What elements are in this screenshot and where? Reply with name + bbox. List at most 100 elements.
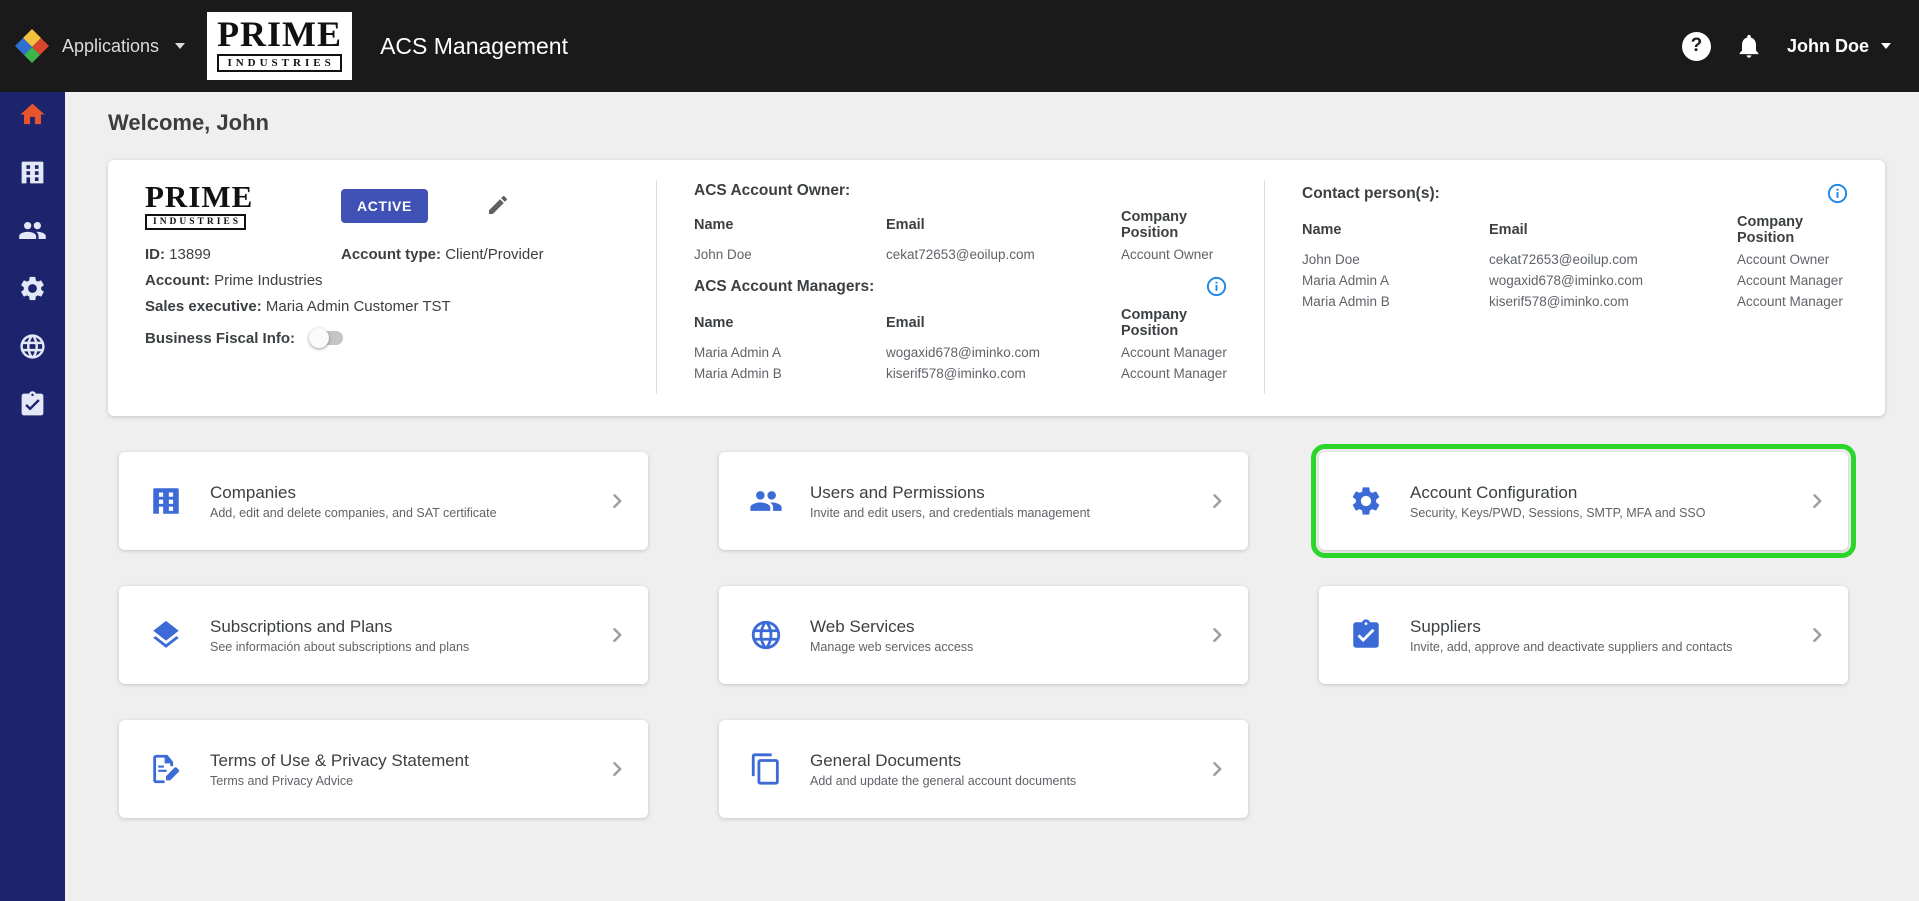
card-subtitle: Invite, add, approve and deactivate supp… (1410, 639, 1733, 654)
owner-section-title: ACS Account Owner: (694, 182, 851, 199)
card-terms-privacy[interactable]: Terms of Use & Privacy Statement Terms a… (119, 720, 648, 818)
user-name: John Doe (1786, 35, 1869, 56)
card-account-configuration[interactable]: Account Configuration Security, Keys/PWD… (1311, 444, 1856, 558)
users-icon (747, 484, 785, 518)
account-type-label: Account type: (341, 246, 442, 264)
column-header: Email (1489, 222, 1528, 238)
table-header-row: Name Email Company Position (694, 305, 1228, 342)
column-header: Company Position (1121, 307, 1188, 339)
nav-cards-grid: Companies Add, edit and delete companies… (119, 444, 1919, 818)
brand-line1: PRIME (145, 179, 254, 214)
column-header: Name (1302, 222, 1342, 238)
user-menu[interactable]: John Doe (1787, 36, 1891, 57)
table-row: John Doe cekat72653@eoilup.com Account O… (1302, 249, 1849, 270)
table-cell: Account Owner (1737, 252, 1830, 267)
table-cell: cekat72653@eoilup.com (886, 247, 1035, 262)
card-web-services[interactable]: Web Services Manage web services access (719, 586, 1248, 684)
table-header-row: Name Email Company Position (1302, 212, 1849, 249)
card-subtitle: Manage web services access (810, 639, 974, 654)
chevron-right-icon (1202, 754, 1232, 784)
card-title: Terms of Use & Privacy Statement (210, 750, 469, 770)
sidebar-item-home[interactable] (12, 96, 54, 136)
table-cell: Account Manager (1121, 366, 1227, 381)
applications-label: Applications (62, 35, 160, 56)
column-header: Email (886, 217, 925, 233)
account-type: Account type: Client/Provider (341, 246, 544, 263)
gear-icon (1347, 484, 1385, 518)
card-title: Account Configuration (1410, 482, 1578, 502)
document-edit-icon (147, 752, 185, 786)
card-title: General Documents (810, 750, 962, 770)
sidebar-item-users[interactable] (12, 212, 54, 252)
home-icon (18, 100, 47, 132)
table-cell: Maria Admin A (1302, 273, 1390, 288)
card-subtitle: Add and update the general account docum… (810, 773, 1077, 788)
table-cell: kiserif578@iminko.com (1489, 294, 1629, 309)
account-name: Account: Prime Industries (145, 272, 620, 289)
applications-logo-icon (14, 28, 50, 64)
brand-logo: PRIME INDUSTRIES (207, 12, 353, 80)
contacts-section-title: Contact person(s): (1302, 184, 1440, 202)
card-title: Users and Permissions (810, 482, 985, 502)
gear-icon (18, 274, 47, 306)
chevron-right-icon (1802, 486, 1832, 516)
notifications-bell-icon[interactable] (1735, 32, 1763, 60)
contact-persons-section: Contact person(s): Name Email Company Po… (1264, 180, 1885, 394)
toggle-knob (309, 328, 330, 349)
status-badge: ACTIVE (341, 189, 428, 224)
globe-icon (747, 618, 785, 652)
page-title: ACS Management (380, 32, 568, 59)
table-cell: Maria Admin B (1302, 294, 1390, 309)
card-suppliers[interactable]: Suppliers Invite, add, approve and deact… (1319, 586, 1848, 684)
account-owner-section: ACS Account Owner: Name Email Company Po… (656, 180, 1264, 394)
sidebar-item-account-configuration[interactable] (12, 270, 54, 310)
account-info-section: PRIME INDUSTRIES ACTIVE ID: 13899 Accoun… (108, 180, 656, 394)
brand-line2: INDUSTRIES (217, 53, 343, 72)
help-glyph: ? (1690, 35, 1703, 56)
clipboard-check-icon (1347, 618, 1385, 652)
account-id-label: ID: (145, 246, 165, 264)
sidebar-item-web-services[interactable] (12, 328, 54, 368)
layers-icon (147, 618, 185, 652)
card-general-documents[interactable]: General Documents Add and update the gen… (719, 720, 1248, 818)
table-cell: Account Manager (1121, 345, 1227, 360)
managers-info-icon[interactable] (1205, 275, 1228, 298)
table-cell: Account Owner (1121, 247, 1214, 262)
table-cell: Account Manager (1737, 273, 1843, 288)
brand-line2: INDUSTRIES (145, 214, 247, 231)
table-row: Maria Admin A wogaxid678@iminko.com Acco… (1302, 270, 1849, 291)
building-icon (18, 158, 47, 190)
pencil-icon (486, 193, 510, 220)
chevron-right-icon (1802, 620, 1832, 650)
help-icon[interactable]: ? (1681, 31, 1711, 61)
card-subscriptions-plans[interactable]: Subscriptions and Plans See información … (119, 586, 648, 684)
card-companies[interactable]: Companies Add, edit and delete companies… (119, 452, 648, 550)
card-subtitle: Invite and edit users, and credentials m… (810, 505, 1091, 520)
table-row: Maria Admin A wogaxid678@iminko.com Acco… (694, 342, 1228, 363)
documents-icon (747, 752, 785, 786)
chevron-down-icon (1881, 43, 1891, 49)
sidebar-item-companies[interactable] (12, 154, 54, 194)
account-id: ID: 13899 (145, 246, 341, 263)
column-header: Company Position (1121, 209, 1188, 241)
contacts-info-icon[interactable] (1826, 182, 1849, 205)
contacts-table: Name Email Company Position John Doe cek… (1302, 212, 1849, 312)
brand-line1: PRIME (217, 14, 343, 55)
card-users-permissions[interactable]: Users and Permissions Invite and edit us… (719, 452, 1248, 550)
main-content: Welcome, John PRIME INDUSTRIES ACTIVE ID… (65, 92, 1919, 901)
table-cell: Account Manager (1737, 294, 1843, 309)
applications-menu[interactable]: Applications (14, 28, 186, 64)
card-title: Web Services (810, 616, 915, 636)
business-fiscal-toggle[interactable] (309, 328, 345, 349)
card-title: Suppliers (1410, 616, 1481, 636)
column-header: Company Position (1737, 214, 1804, 246)
table-cell: Maria Admin A (694, 345, 782, 360)
table-cell: John Doe (1302, 252, 1360, 267)
chevron-right-icon (602, 620, 632, 650)
table-cell: Maria Admin B (694, 366, 782, 381)
sidebar-item-suppliers[interactable] (12, 386, 54, 426)
clipboard-check-icon (18, 390, 47, 422)
account-id-value: 13899 (169, 246, 211, 264)
table-row: Maria Admin B kiserif578@iminko.com Acco… (694, 363, 1228, 384)
edit-account-button[interactable] (486, 193, 510, 220)
